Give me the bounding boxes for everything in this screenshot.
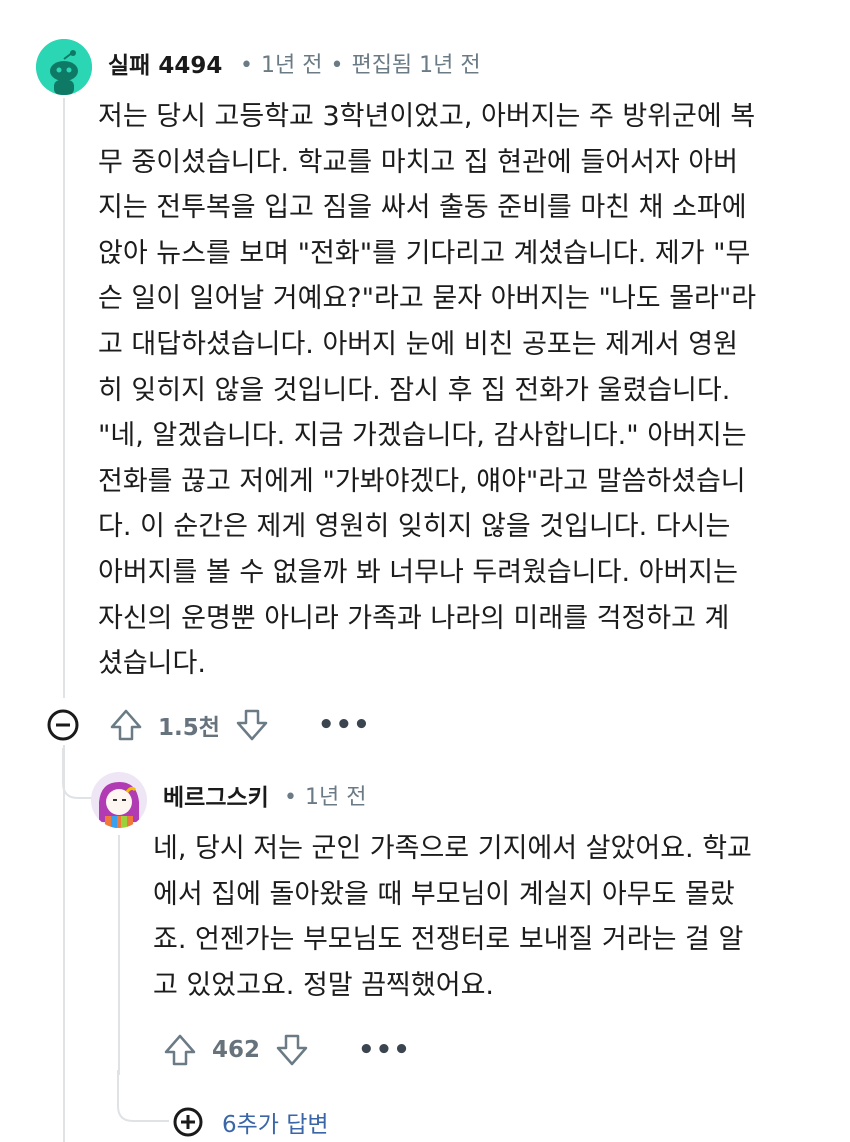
comment-body-line: 아버지를 볼 수 없을까 봐 너무나 두려웠습니다. 아버지는 bbox=[98, 556, 738, 588]
thread-line-main bbox=[63, 98, 65, 698]
comment-body-line: "네, 알겠습니다. 지금 가겠습니다, 감사합니다." 아버지는 bbox=[98, 420, 747, 452]
reply-actions: 462 ••• bbox=[162, 1030, 411, 1070]
reply-author[interactable]: 베르그스키 bbox=[163, 778, 269, 812]
comment-body-line: 지는 전투복을 입고 짐을 싸서 출동 준비를 마친 채 소파에 bbox=[98, 192, 747, 224]
snoo-avatar-icon bbox=[36, 39, 92, 95]
more-options-button[interactable]: ••• bbox=[358, 1035, 411, 1065]
comment-actions: 1.5천 ••• bbox=[108, 705, 371, 745]
more-options-button[interactable]: ••• bbox=[318, 710, 371, 740]
comment-body-line: 자신의 운명뿐 아니라 가족과 나라의 미래를 걱정하고 계 bbox=[98, 602, 730, 634]
comment-body-line: 앉아 뉴스를 보며 "전화"를 기다리고 계셨습니다. 제가 "무 bbox=[98, 237, 751, 269]
comment-body-line: 다. 이 순간은 제게 영원히 잊히지 않을 것입니다. 다시는 bbox=[98, 511, 731, 543]
comment-author[interactable]: 실패 4494 bbox=[108, 46, 222, 80]
reply-body-line: 고 있었고요. 정말 끔찍했어요. bbox=[153, 969, 494, 1001]
downvote-arrow-icon bbox=[276, 1034, 308, 1066]
avatar[interactable] bbox=[36, 39, 92, 95]
comment-body-line: 저는 당시 고등학교 3학년이었고, 아버지는 주 방위군에 복 bbox=[98, 101, 756, 132]
reply-body: 네, 당시 저는 군인 가족으로 기지에서 살았어요. 학교 에서 집에 돌아왔… bbox=[153, 826, 833, 1008]
more-replies-connector bbox=[117, 1070, 169, 1122]
reply-avatar[interactable] bbox=[91, 772, 147, 828]
comment-body-line: 히 잊히지 않을 것입니다. 잠시 후 집 전화가 울렸습니다. bbox=[98, 374, 731, 406]
upvote-button[interactable] bbox=[162, 1032, 198, 1068]
meta-separator: • bbox=[284, 785, 297, 810]
character-avatar-icon bbox=[91, 772, 147, 828]
upvote-arrow-icon bbox=[110, 709, 142, 741]
thread-line-reply bbox=[118, 835, 120, 1075]
reply-meta: • 1년 전 bbox=[276, 779, 366, 811]
comment-body-line: 전화를 끊고 저에게 "가봐야겠다, 얘야"라고 말씀하셨습니 bbox=[98, 465, 746, 497]
vote-count: 462 bbox=[212, 1037, 261, 1063]
comment-edited: 편집됨 1년 전 bbox=[351, 53, 481, 78]
reply-body-line: 에서 집에 돌아왔을 때 부모님이 계실지 아무도 몰랐 bbox=[153, 878, 735, 910]
vote-count: 1.5천 bbox=[158, 715, 220, 741]
more-replies-label[interactable]: 6추가 답변 bbox=[222, 1105, 329, 1139]
reply-body-line: 죠. 언젠가는 부모님도 전쟁터로 보내질 거라는 걸 알 bbox=[153, 924, 744, 956]
comment-meta: • 1년 전 • 편집됨 1년 전 bbox=[232, 47, 481, 79]
meta-separator: • bbox=[330, 53, 344, 78]
comment-body-line: 셨습니다. bbox=[98, 648, 206, 680]
comment-time: 1년 전 bbox=[260, 53, 323, 78]
plus-circle-icon bbox=[173, 1107, 203, 1137]
minus-circle-icon bbox=[47, 709, 79, 741]
more-replies-button[interactable]: 6추가 답변 bbox=[172, 1105, 329, 1139]
reply-body-line: 네, 당시 저는 군인 가족으로 기지에서 살았어요. 학교 bbox=[153, 833, 752, 864]
comment-body-line: 고 대답하셨습니다. 아버지 눈에 비친 공포는 제게서 영원 bbox=[98, 328, 738, 360]
upvote-button[interactable] bbox=[108, 707, 144, 743]
comment-body-line: 무 중이셨습니다. 학교를 마치고 집 현관에 들어서자 아버 bbox=[98, 146, 738, 178]
reply-time: 1년 전 bbox=[304, 785, 367, 810]
collapse-button[interactable] bbox=[46, 708, 80, 742]
comment-body-line: 슨 일이 일어날 거예요?"라고 묻자 아버지는 "나도 몰라"라 bbox=[98, 283, 757, 315]
downvote-button[interactable] bbox=[234, 707, 270, 743]
meta-separator: • bbox=[240, 53, 253, 78]
downvote-arrow-icon bbox=[236, 709, 268, 741]
upvote-arrow-icon bbox=[164, 1034, 196, 1066]
comment-body: 저는 당시 고등학교 3학년이었고, 아버지는 주 방위군에 복 무 중이셨습니… bbox=[98, 94, 838, 687]
downvote-button[interactable] bbox=[274, 1032, 310, 1068]
